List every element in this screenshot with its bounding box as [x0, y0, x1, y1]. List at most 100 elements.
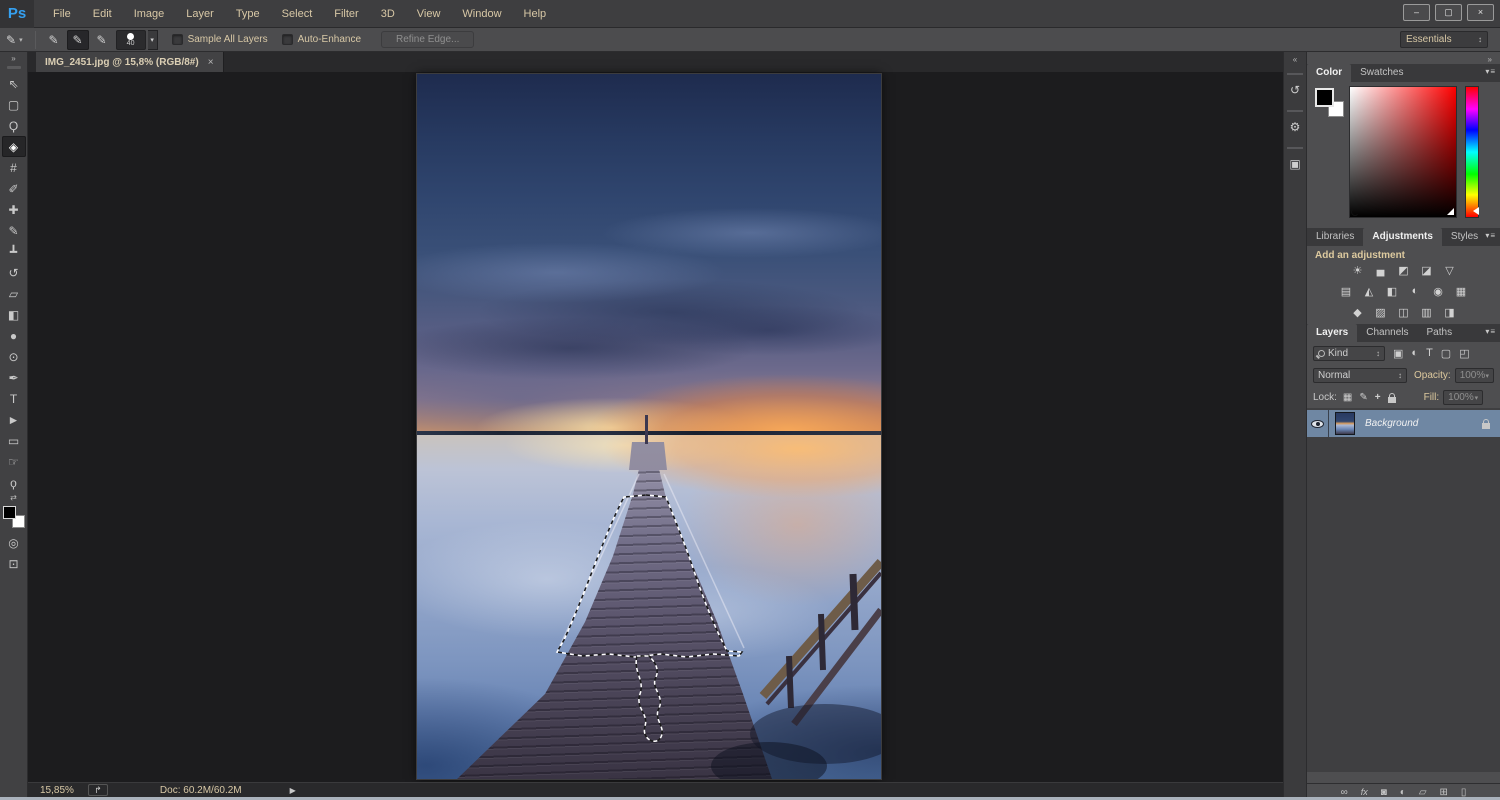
share-icon[interactable]: ↱ [88, 784, 108, 796]
add-to-selection-mode-button[interactable]: ✎ [67, 30, 89, 50]
hue-saturation-icon[interactable]: ▤ [1339, 285, 1353, 298]
tool-gradient[interactable]: ◧ [2, 304, 26, 325]
layer-filter-kind-dropdown[interactable]: Kind ↕ [1313, 346, 1385, 361]
link-layers-icon[interactable]: ∞ [1341, 787, 1348, 798]
color-lookup-icon[interactable]: ▦ [1454, 285, 1468, 298]
swap-colors-icon[interactable]: ⇄ [0, 493, 27, 502]
adjustments-panel-menu-icon[interactable]: ▾≡ [1485, 231, 1496, 240]
filter-pixel-layers-icon[interactable]: ▣ [1393, 347, 1403, 360]
toolbar-collapse-icon[interactable]: » [0, 52, 27, 63]
properties-panel-icon[interactable]: ⚙ [1285, 116, 1305, 138]
threshold-icon[interactable]: ◫ [1397, 306, 1411, 319]
dock-grip[interactable] [1287, 73, 1303, 75]
workspace-switcher[interactable]: Essentials ↕ [1400, 31, 1488, 48]
tool-move[interactable]: ⇖ [2, 73, 26, 94]
tab-close-icon[interactable]: × [208, 57, 214, 68]
dock-grip[interactable] [1287, 110, 1303, 112]
tool-lasso[interactable]: Ϙ [2, 115, 26, 136]
tool-clone-stamp[interactable]: ┻ [2, 241, 26, 262]
color-panel-swatches[interactable] [1315, 88, 1345, 118]
menu-3d[interactable]: 3D [370, 0, 406, 28]
gradient-map-icon[interactable]: ▥ [1420, 306, 1434, 319]
menu-type[interactable]: Type [225, 0, 271, 28]
tool-eraser[interactable]: ▱ [2, 283, 26, 304]
tool-blur[interactable]: ● [2, 325, 26, 346]
history-panel-icon[interactable]: ↺ [1285, 79, 1305, 101]
lock-all-icon[interactable] [1388, 397, 1396, 403]
menu-view[interactable]: View [406, 0, 452, 28]
toolbar-grip[interactable] [7, 66, 21, 69]
tool-preset-picker[interactable]: ✎ ▾ [0, 33, 29, 47]
foreground-color-swatch[interactable] [1315, 88, 1334, 107]
tool-pen[interactable]: ✒ [2, 367, 26, 388]
foreground-color-swatch[interactable] [3, 506, 16, 519]
fill-dropdown[interactable]: 100% ▾ [1443, 390, 1483, 405]
tab-adjustments[interactable]: Adjustments [1363, 228, 1442, 246]
quick-mask-mode-button[interactable]: ◎ [2, 532, 26, 553]
menu-select[interactable]: Select [271, 0, 324, 28]
lock-position-icon[interactable]: + [1375, 392, 1381, 403]
document-image[interactable] [417, 74, 881, 779]
lock-pixels-icon[interactable]: ✎ [1359, 392, 1367, 403]
auto-enhance-checkbox[interactable]: Auto-Enhance [282, 34, 361, 45]
tool-rectangle[interactable]: ▭ [2, 430, 26, 451]
new-layer-icon[interactable]: ⊞ [1440, 787, 1448, 798]
blend-mode-dropdown[interactable]: Normal ↕ [1313, 368, 1407, 383]
layer-effects-icon[interactable]: fx [1361, 787, 1368, 797]
minimize-button[interactable]: – [1403, 4, 1430, 21]
brush-size-picker[interactable]: 40 [116, 30, 146, 50]
new-group-icon[interactable]: ▱ [1419, 787, 1427, 798]
foreground-background-colors[interactable] [3, 506, 25, 528]
curves-icon[interactable]: ◩ [1397, 264, 1411, 277]
menu-image[interactable]: Image [123, 0, 176, 28]
layer-visibility-toggle[interactable] [1307, 410, 1329, 437]
screen-mode-button[interactable]: ⊡ [2, 553, 26, 574]
canvas-pasteboard[interactable] [28, 72, 1283, 782]
tool-quick-selection[interactable]: ◈ [2, 136, 26, 157]
brightness-contrast-icon[interactable]: ☀ [1351, 264, 1365, 277]
menu-layer[interactable]: Layer [175, 0, 225, 28]
filter-type-layers-icon[interactable]: T [1426, 347, 1433, 360]
tool-rectangular-marquee[interactable]: ▢ [2, 94, 26, 115]
tab-styles[interactable]: Styles [1442, 228, 1487, 246]
color-panel-menu-icon[interactable]: ▾≡ [1485, 67, 1496, 76]
tool-hand[interactable]: ☞ [2, 451, 26, 472]
levels-icon[interactable]: ▄ [1374, 264, 1388, 277]
dock-collapse-icon[interactable]: « [1284, 52, 1306, 64]
new-adjustment-layer-icon[interactable]: ◐ [1400, 787, 1406, 798]
tab-libraries[interactable]: Libraries [1307, 228, 1363, 246]
subtract-from-selection-mode-button[interactable]: ✎ [91, 30, 113, 50]
exposure-icon[interactable]: ◪ [1420, 264, 1434, 277]
tool-eyedropper[interactable]: ✐ [2, 178, 26, 199]
tool-spot-healing-brush[interactable]: ✚ [2, 199, 26, 220]
menu-window[interactable]: Window [451, 0, 512, 28]
dock-expand-icon[interactable]: » [1488, 55, 1492, 64]
sample-all-layers-checkbox[interactable]: Sample All Layers [172, 34, 268, 45]
channel-mixer-icon[interactable]: ◉ [1431, 285, 1445, 298]
new-selection-mode-button[interactable]: ✎ [43, 30, 65, 50]
maximize-button[interactable]: ▢ [1435, 4, 1462, 21]
saturation-brightness-map[interactable] [1349, 86, 1457, 218]
layer-row-background[interactable]: Background [1307, 410, 1500, 437]
menu-edit[interactable]: Edit [82, 0, 123, 28]
export-panel-icon[interactable]: ▣ [1285, 153, 1305, 175]
tab-swatches[interactable]: Swatches [1351, 64, 1412, 82]
filter-adjustment-layers-icon[interactable]: ◐ [1411, 347, 1418, 360]
tab-paths[interactable]: Paths [1418, 324, 1462, 342]
dock-grip[interactable] [1287, 147, 1303, 149]
menu-file[interactable]: File [42, 0, 82, 28]
tool-type[interactable]: T [2, 388, 26, 409]
layer-thumbnail[interactable] [1335, 412, 1355, 435]
tool-dodge[interactable]: ⊙ [2, 346, 26, 367]
document-tab[interactable]: IMG_2451.jpg @ 15,8% (RGB/8#) × [36, 52, 224, 72]
layers-panel-menu-icon[interactable]: ▾≡ [1485, 327, 1496, 336]
menu-help[interactable]: Help [513, 0, 558, 28]
status-flyout-arrow[interactable]: ▶ [290, 786, 296, 795]
vibrance-icon[interactable]: ▽ [1443, 264, 1457, 277]
menu-filter[interactable]: Filter [323, 0, 369, 28]
zoom-level-field[interactable]: 15,85% [40, 785, 74, 796]
black-white-icon[interactable]: ◧ [1385, 285, 1399, 298]
filter-smart-objects-icon[interactable]: ◰ [1459, 347, 1469, 360]
brush-picker-arrow[interactable]: ▾ [148, 30, 158, 50]
posterize-icon[interactable]: ▨ [1374, 306, 1388, 319]
